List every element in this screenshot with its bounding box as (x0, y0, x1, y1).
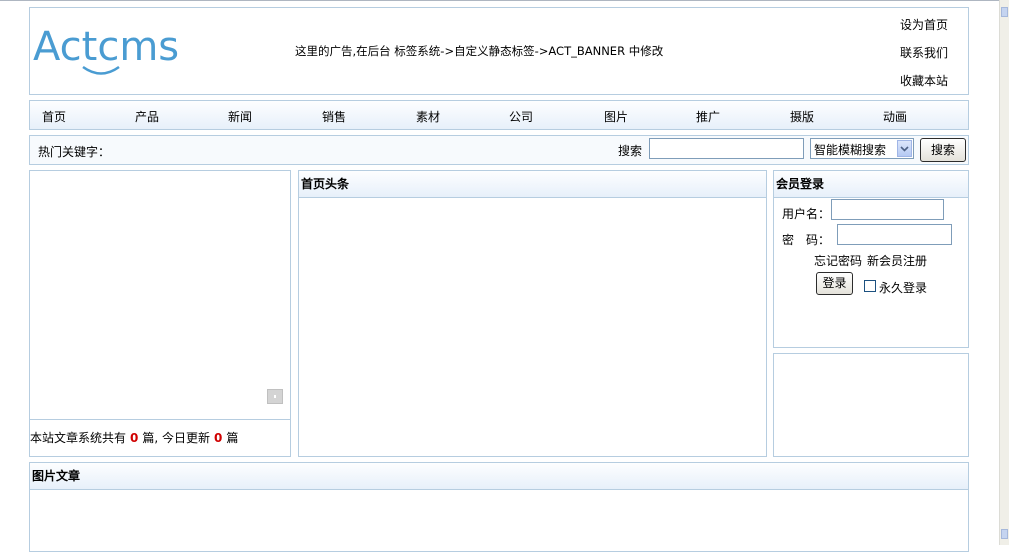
search-bar: 热门关键字： 搜索 智能模糊搜索 搜索 (29, 135, 969, 165)
nav-item-news[interactable]: 新闻 (228, 108, 252, 125)
site-header: Actcms 这里的广告,在后台 标签系统->自定义静态标签->ACT_BANN… (29, 7, 969, 95)
remember-label: 永久登录 (879, 281, 928, 295)
set-homepage-link[interactable]: 设为首页 (900, 16, 948, 33)
login-panel: 会员登录 用户名： 密 码： 忘记密码 新会员注册 登录 永久登录 (773, 170, 969, 348)
stats-total-count: 0 (130, 431, 139, 445)
login-title: 会员登录 (774, 171, 968, 198)
main-nav: 首页 产品 新闻 销售 素材 公司 图片 推广 摄版 动画 (29, 100, 969, 130)
nav-item-promotion[interactable]: 推广 (696, 108, 720, 125)
chevron-down-icon[interactable] (897, 140, 912, 157)
banner-ad-text: 这里的广告,在后台 标签系统->自定义静态标签->ACT_BANNER 中修改 (295, 44, 664, 58)
password-label: 密 码： (782, 233, 831, 247)
stats-suffix: 篇 (226, 431, 239, 445)
vertical-scrollbar[interactable] (999, 0, 1009, 545)
nav-item-company[interactable]: 公司 (509, 108, 533, 125)
register-link[interactable]: 新会员注册 (867, 252, 927, 269)
username-input[interactable] (831, 199, 944, 220)
svg-text:Actcms: Actcms (33, 24, 179, 70)
nav-item-home[interactable]: 首页 (42, 108, 66, 125)
nav-item-sales[interactable]: 销售 (322, 108, 346, 125)
password-input[interactable] (837, 224, 952, 245)
site-logo[interactable]: Actcms (33, 22, 198, 83)
scroll-down-icon[interactable] (1001, 529, 1008, 539)
photo-articles-panel: 图片文章 (29, 462, 969, 552)
search-mode-select[interactable]: 智能模糊搜索 (810, 138, 914, 159)
nav-item-animation[interactable]: 动画 (883, 108, 907, 125)
search-mode-selected: 智能模糊搜索 (814, 143, 887, 157)
article-stats: 本站文章系统共有 0 篇, 今日更新 0 篇 (30, 429, 238, 446)
contact-us-link[interactable]: 联系我们 (900, 44, 948, 61)
stats-prefix: 本站文章系统共有 (30, 431, 127, 445)
remember-checkbox[interactable] (864, 280, 876, 292)
left-panel: 本站文章系统共有 0 篇, 今日更新 0 篇 (29, 170, 291, 457)
photo-articles-title: 图片文章 (30, 463, 968, 490)
bookmark-site-link[interactable]: 收藏本站 (900, 72, 948, 89)
login-button[interactable]: 登录 (816, 272, 853, 295)
username-label: 用户名： (782, 207, 831, 221)
stats-today-count: 0 (214, 431, 223, 445)
actcms-logo-icon: Actcms (33, 24, 179, 75)
forgot-password-link[interactable]: 忘记密码 (814, 252, 862, 269)
nav-item-products[interactable]: 产品 (135, 108, 159, 125)
headline-title: 首页头条 (299, 171, 766, 198)
nav-item-materials[interactable]: 素材 (416, 108, 440, 125)
window-top-border (0, 0, 1000, 1)
slide-control-icon[interactable] (267, 389, 283, 404)
headline-panel: 首页头条 (298, 170, 767, 457)
search-input[interactable] (649, 138, 804, 159)
right-info-panel (773, 353, 969, 457)
nav-item-photography[interactable]: 摄版 (790, 108, 814, 125)
panel-divider (30, 419, 290, 420)
search-button[interactable]: 搜索 (920, 138, 966, 162)
hot-keywords-label: 热门关键字： (38, 145, 111, 159)
scroll-up-icon[interactable] (1001, 7, 1008, 17)
search-label: 搜索 (618, 144, 643, 158)
nav-item-pictures[interactable]: 图片 (604, 108, 628, 125)
stats-mid: 篇, 今日更新 (142, 431, 211, 445)
